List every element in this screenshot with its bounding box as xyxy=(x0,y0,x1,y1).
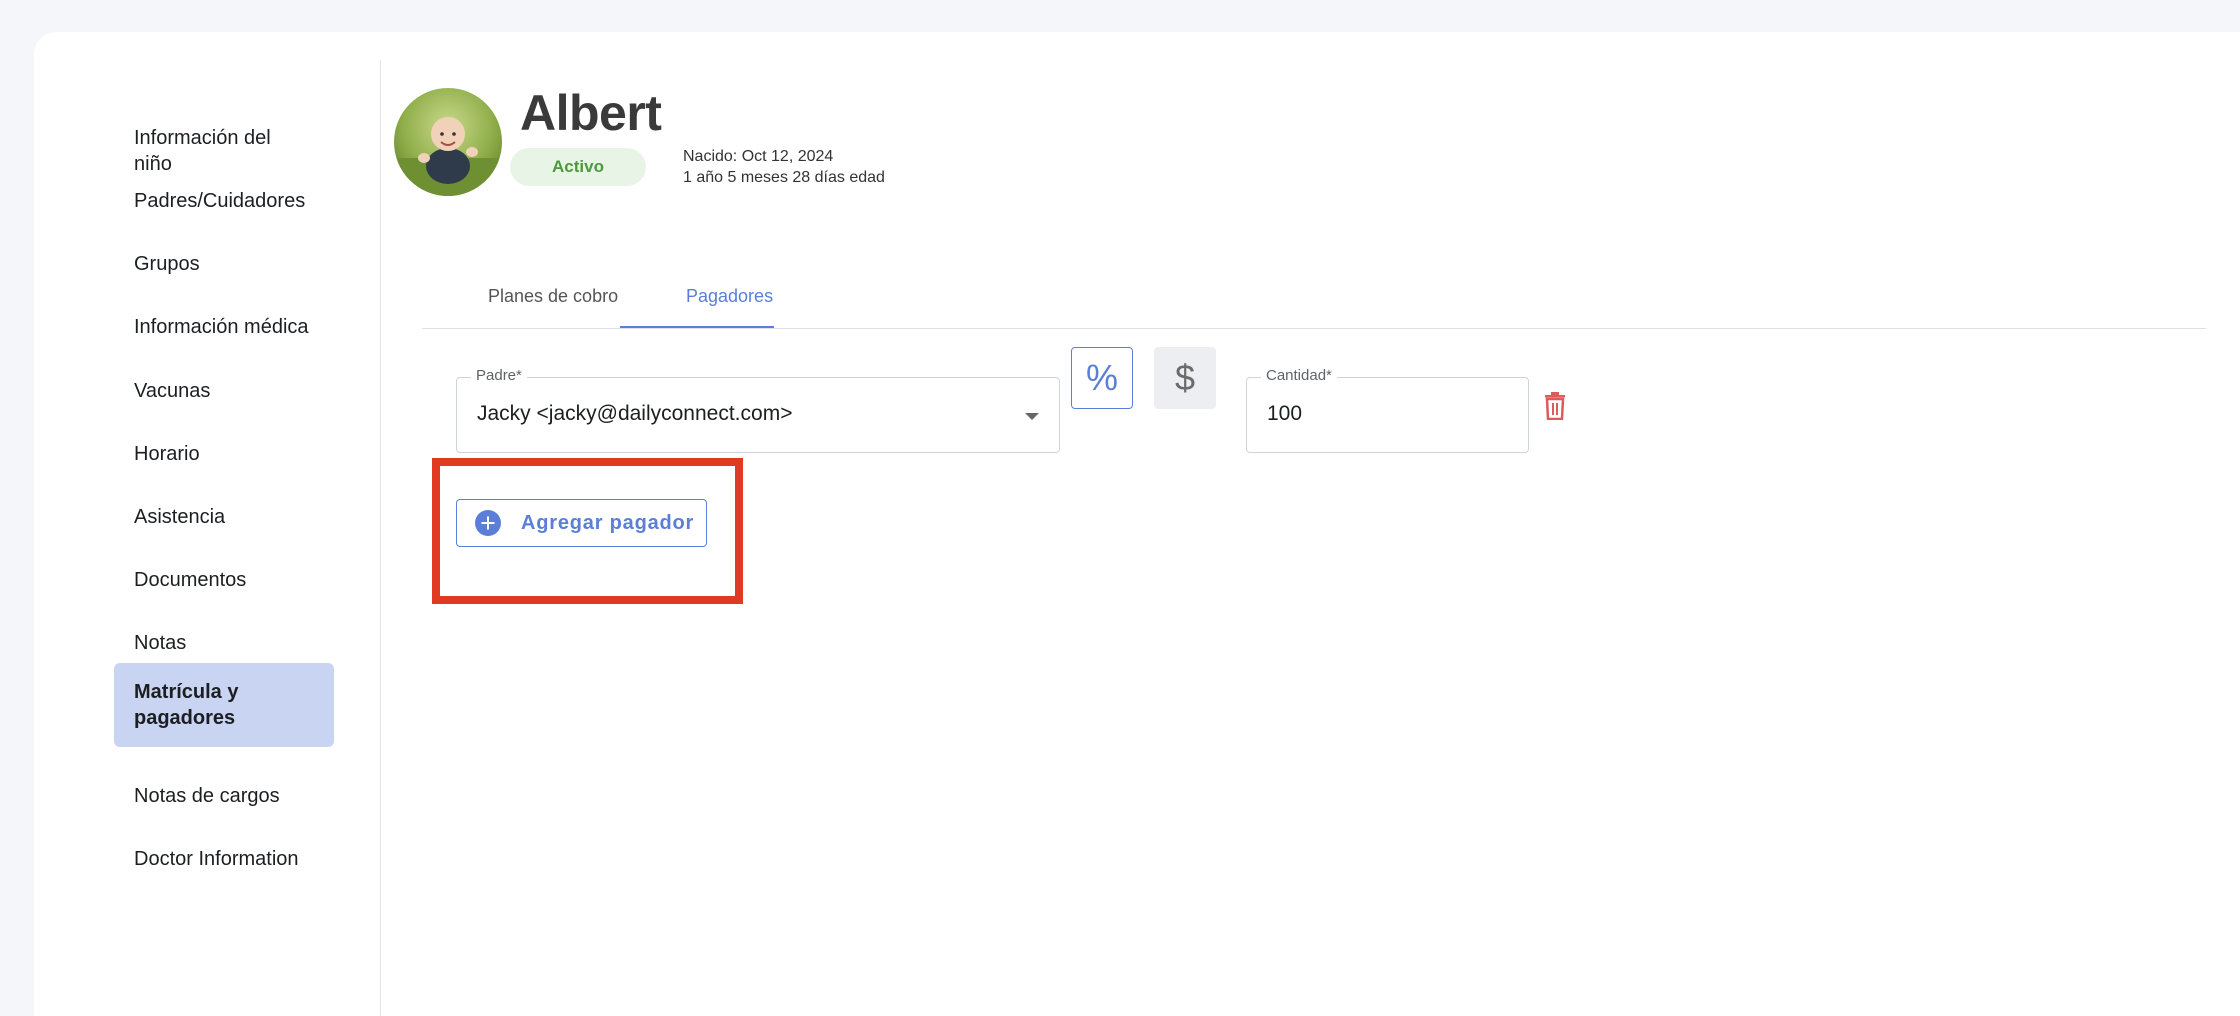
sidebar-divider xyxy=(380,60,381,1016)
sidebar-item-attendance[interactable]: Asistencia xyxy=(114,504,334,530)
dollar-toggle-button[interactable]: $ xyxy=(1154,347,1216,409)
parent-select-value: Jacky <jacky@dailyconnect.com> xyxy=(477,402,793,425)
tab-billing-plans[interactable]: Planes de cobro xyxy=(488,286,618,307)
sidebar-item-vaccines[interactable]: Vacunas xyxy=(114,378,334,404)
tabs-divider xyxy=(422,328,2206,329)
avatar xyxy=(394,88,502,196)
parent-select[interactable]: Padre* Jacky <jacky@dailyconnect.com> xyxy=(456,367,1060,453)
sidebar-item-groups[interactable]: Grupos xyxy=(114,251,334,277)
amount-field-label: Cantidad* xyxy=(1261,367,1337,384)
sidebar-item-charge-notes[interactable]: Notas de cargos xyxy=(114,783,334,809)
add-payer-label: Agregar pagador xyxy=(521,511,695,534)
status-badge: Activo xyxy=(510,148,646,186)
sidebar-item-tuition-payers[interactable]: Matrícula y pagadores xyxy=(114,663,334,747)
child-name: Albert xyxy=(520,85,662,141)
child-age: 1 año 5 meses 28 días edad xyxy=(683,169,885,186)
sidebar-item-notes[interactable]: Notas xyxy=(114,630,334,656)
birth-date: Nacido: Oct 12, 2024 xyxy=(683,148,834,165)
sidebar-item-parents[interactable]: Padres/Cuidadores xyxy=(114,188,334,214)
sidebar-item-schedule[interactable]: Horario xyxy=(114,441,334,467)
parent-select-label: Padre* xyxy=(471,367,527,384)
sidebar-item-child-info[interactable]: Información del niño xyxy=(114,125,334,177)
main-card: Información del niño Padres/Cuidadores G… xyxy=(34,32,2240,1016)
sidebar: Información del niño Padres/Cuidadores G… xyxy=(34,32,380,1016)
add-payer-button[interactable]: Agregar pagador xyxy=(456,499,707,547)
percent-toggle-button[interactable]: % xyxy=(1071,347,1133,409)
trash-icon[interactable] xyxy=(1544,392,1566,421)
sidebar-item-medical[interactable]: Información médica xyxy=(114,314,334,340)
plus-circle-icon xyxy=(475,510,501,536)
chevron-down-icon xyxy=(1025,413,1039,420)
tab-payers[interactable]: Pagadores xyxy=(686,286,773,307)
amount-field[interactable]: Cantidad* 100 xyxy=(1246,367,1529,453)
amount-field-value: 100 xyxy=(1267,402,1303,425)
sidebar-item-documents[interactable]: Documentos xyxy=(114,567,334,593)
sidebar-item-doctor-info[interactable]: Doctor Information xyxy=(114,846,334,872)
